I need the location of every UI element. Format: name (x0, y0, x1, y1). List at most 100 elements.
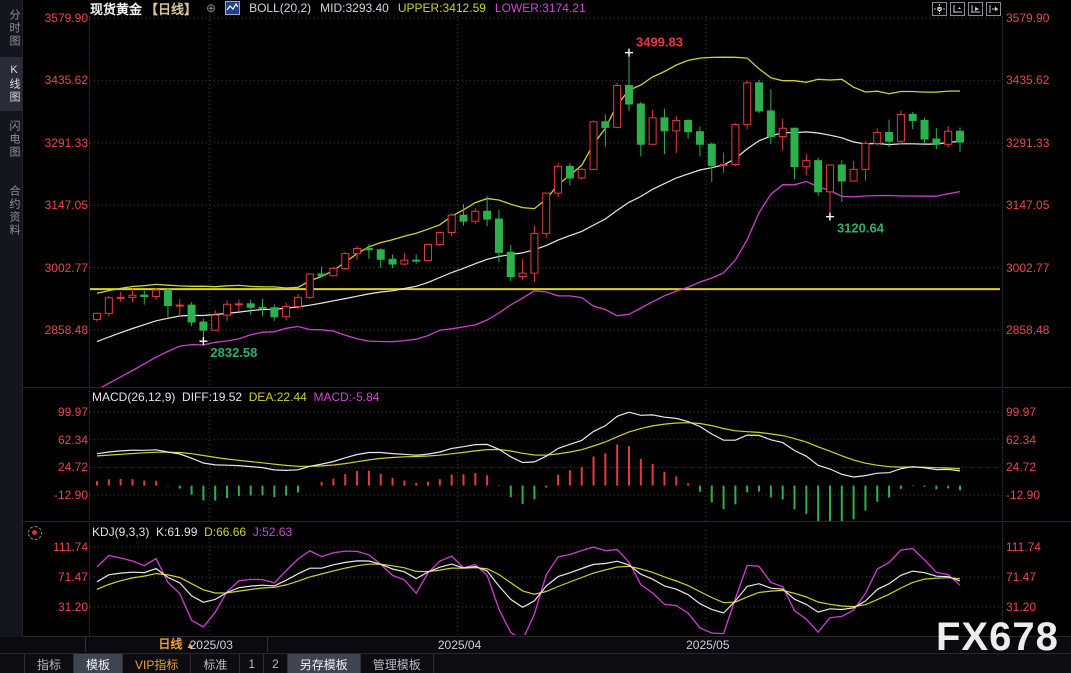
price-axis-label: 3002.77 (1006, 261, 1049, 275)
xaxis-month-label: 2025/03 (181, 638, 241, 652)
candle (224, 304, 231, 315)
footer-tab-1[interactable]: 1 (240, 654, 264, 673)
price-axis-label: 24.72 (1006, 460, 1036, 474)
kdj-d-line (97, 564, 960, 606)
macd-header: MACD(26,12,9) DIFF:19.52 DEA:22.44 MACD:… (92, 390, 380, 404)
candle (413, 260, 420, 261)
candle (614, 85, 621, 127)
price-axis-label: 71.47 (24, 570, 88, 584)
footer-tab-指标[interactable]: 指标 (24, 654, 74, 673)
price-axis-label: 99.97 (1006, 405, 1036, 419)
kdj-j-line (97, 547, 960, 635)
price-axis-label: 3291.33 (24, 136, 88, 150)
candle (365, 248, 372, 249)
candle (105, 298, 112, 314)
axis-scale-right-icon[interactable] (968, 2, 983, 16)
axis-scale-left-icon[interactable] (950, 2, 965, 16)
footer-tab-2[interactable]: 2 (264, 654, 288, 673)
candle (886, 133, 893, 142)
price-annotation: 3499.83 (636, 35, 683, 50)
candle (708, 144, 715, 165)
sidebar-item-2[interactable]: K线图 (0, 57, 22, 111)
candle (188, 305, 195, 322)
candle (803, 161, 810, 167)
price-axis-label: 71.47 (1006, 570, 1036, 584)
candle (779, 128, 786, 136)
annotations-layer: 3499.832832.583120.64 (199, 35, 884, 361)
candle (129, 295, 136, 297)
kdj-grid (90, 530, 1002, 635)
candle (401, 260, 408, 264)
price-axis-label: 24.72 (24, 460, 88, 474)
add-icon[interactable]: ⊕ (206, 1, 216, 15)
candle (685, 120, 692, 131)
app-window: 分时图K线图闪电图合约资料 现货黄金 【日线】 ⊕ BOLL(20,2) MID… (0, 0, 1071, 673)
kdj-settings-icon[interactable] (28, 526, 42, 540)
price-axis-label: 3147.05 (1006, 198, 1049, 212)
sidebar-item-3[interactable]: 闪电图 (0, 113, 22, 166)
candle (283, 306, 290, 316)
candle (153, 290, 160, 296)
pan-right-icon[interactable] (986, 2, 1001, 16)
candle (271, 308, 278, 317)
candle (933, 139, 940, 144)
candle (637, 104, 644, 144)
kdj-j-value: J:52.63 (253, 525, 292, 539)
candle (212, 315, 219, 330)
candle (744, 83, 751, 125)
candle (330, 268, 337, 275)
candle (543, 193, 550, 233)
price-axis-label: 3002.77 (24, 261, 88, 275)
candle (495, 219, 502, 252)
price-annotation: 2832.58 (210, 345, 257, 360)
footer-tab-标准[interactable]: 标准 (191, 654, 240, 673)
footer-tab-管理模板[interactable]: 管理模板 (361, 654, 434, 673)
footer-tab-另存模板[interactable]: 另存模板 (288, 654, 361, 673)
candle (957, 131, 964, 142)
candle (259, 307, 266, 308)
candle (815, 161, 822, 192)
kdj-k-value: K:61.99 (156, 525, 197, 539)
kdj-header: KDJ(9,3,3) K:61.99 D:66.66 J:52.63 (92, 525, 292, 539)
price-axis-label: -12.90 (24, 488, 88, 502)
candle (531, 233, 538, 273)
kdj-d-value: D:66.66 (204, 525, 246, 539)
macd-title: MACD(26,12,9) (92, 390, 175, 404)
candle (673, 120, 680, 130)
xaxis-month-label: 2025/04 (430, 638, 490, 652)
symbol-title: 现货黄金 (90, 0, 142, 18)
indicator-chart-icon[interactable] (225, 1, 240, 15)
price-axis-label: 3147.05 (24, 198, 88, 212)
boll-lower-value: LOWER:3174.21 (495, 1, 586, 15)
footer-tab-模板[interactable]: 模板 (74, 654, 123, 673)
sidebar-item-4[interactable]: 合约资料 (0, 178, 22, 244)
candle (566, 166, 573, 178)
candle (519, 273, 526, 276)
candle (838, 165, 845, 181)
candle (625, 85, 632, 104)
candle (590, 122, 597, 170)
chart-type-sidebar: 分时图K线图闪电图合约资料 (0, 0, 23, 637)
price-axis-label: 31.20 (24, 600, 88, 614)
candle (756, 83, 763, 111)
macd-diff-value: DIFF:19.52 (182, 390, 242, 404)
candles-layer (94, 53, 964, 342)
main-price-chart[interactable]: 3499.832832.583120.64 (90, 16, 1002, 388)
kdj-panel-chart[interactable] (90, 530, 1002, 635)
price-axis-label: 3435.62 (24, 73, 88, 87)
sidebar-item-1[interactable]: 分时图 (0, 2, 22, 55)
panel-separator (0, 387, 1071, 388)
macd-panel-chart[interactable] (90, 400, 1002, 522)
price-axis-label: 31.20 (1006, 600, 1036, 614)
candle (862, 143, 869, 169)
crosshair-icon[interactable] (932, 2, 947, 16)
footer-tab-VIP指标[interactable]: VIP指标 (123, 654, 191, 673)
price-axis-label: 3291.33 (1006, 136, 1049, 150)
boll-label: BOLL(20,2) (249, 1, 311, 15)
price-axis-label: 111.74 (1006, 540, 1041, 554)
candle (425, 245, 432, 261)
candle (732, 124, 739, 164)
plot-right-border (1002, 16, 1003, 636)
candle (661, 118, 668, 131)
candle (436, 232, 443, 244)
